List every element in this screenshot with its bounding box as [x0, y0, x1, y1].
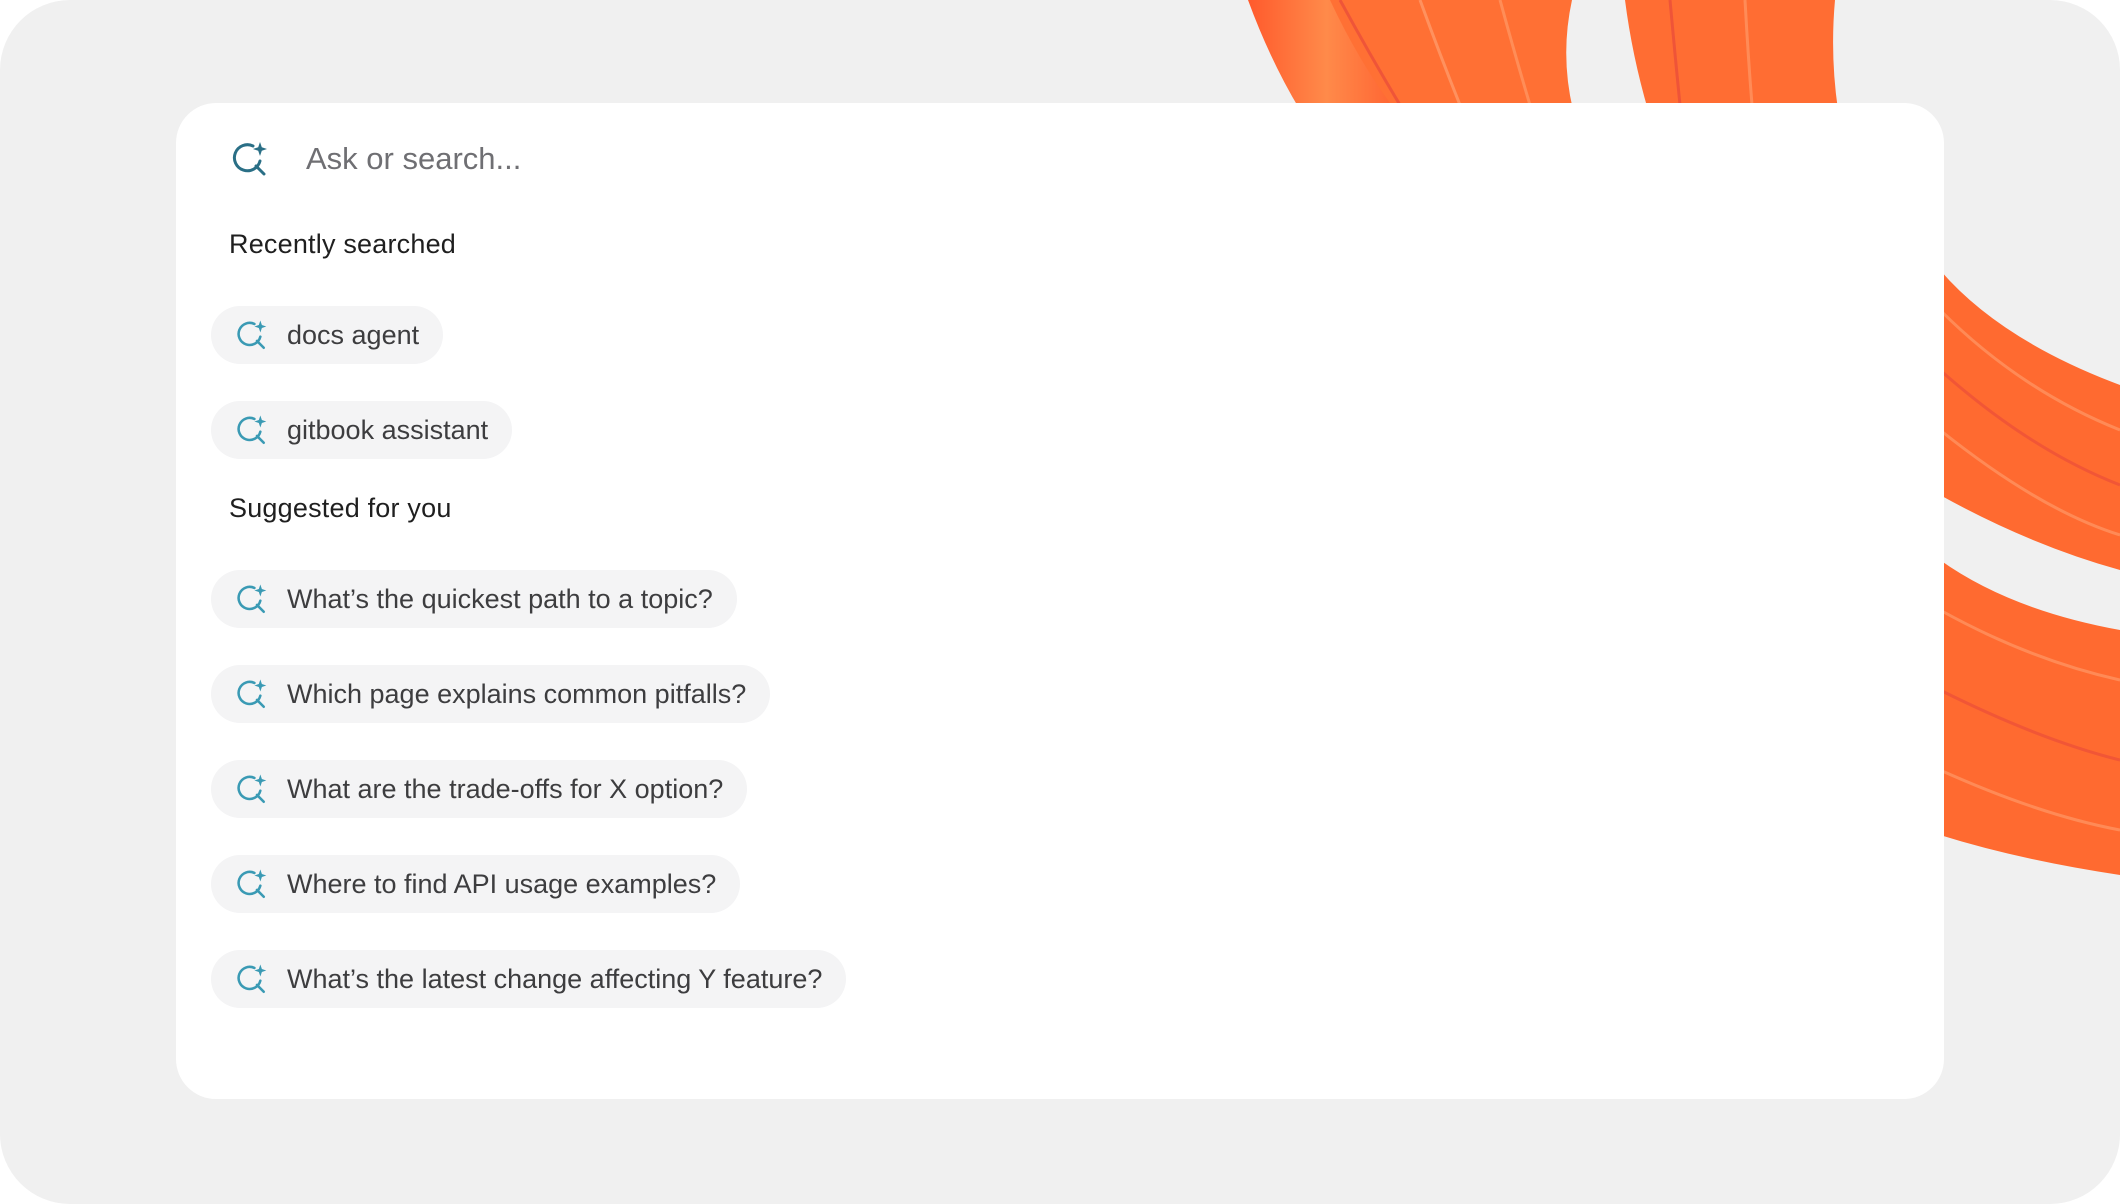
suggested-question-chip[interactable]: Which page explains common pitfalls?	[211, 665, 771, 723]
ai-search-icon	[234, 318, 268, 352]
ai-search-icon	[234, 867, 268, 901]
ai-search-icon	[234, 413, 268, 447]
app-frame: Recently searched docs agent gitbook ass…	[0, 0, 2120, 1204]
ai-search-icon	[234, 582, 268, 616]
search-input[interactable]	[306, 141, 1506, 177]
ai-search-icon	[228, 138, 270, 180]
chip-label: What’s the latest change affecting Y fea…	[287, 963, 823, 994]
ai-search-icon	[234, 962, 268, 996]
chip-label: docs agent	[287, 319, 420, 350]
recently-searched-heading: Recently searched	[229, 229, 457, 259]
ai-search-icon	[234, 677, 268, 711]
chip-label: What are the trade-offs for X option?	[287, 773, 724, 804]
recent-search-chip[interactable]: gitbook assistant	[211, 401, 513, 459]
suggested-question-chip[interactable]: What’s the quickest path to a topic?	[211, 570, 737, 628]
suggested-question-chip[interactable]: What are the trade-offs for X option?	[211, 760, 748, 818]
suggested-question-chip[interactable]: What’s the latest change affecting Y fea…	[211, 950, 847, 1008]
chip-label: Which page explains common pitfalls?	[287, 678, 747, 709]
search-panel: Recently searched docs agent gitbook ass…	[176, 103, 1944, 1099]
recent-search-chip[interactable]: docs agent	[211, 306, 444, 364]
ai-search-icon	[234, 772, 268, 806]
chip-label: Where to find API usage examples?	[287, 868, 717, 899]
chip-label: gitbook assistant	[287, 414, 489, 445]
suggested-heading: Suggested for you	[229, 493, 452, 523]
chip-label: What’s the quickest path to a topic?	[287, 583, 713, 614]
suggested-question-chip[interactable]: Where to find API usage examples?	[211, 855, 741, 913]
search-bar[interactable]	[228, 131, 1506, 187]
